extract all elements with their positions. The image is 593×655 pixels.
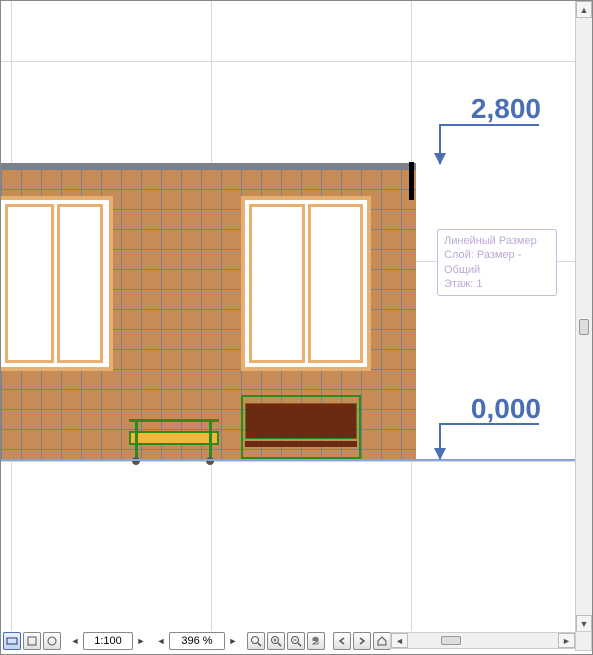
tooltip-title: Линейный Размер [444, 234, 550, 248]
window-right [241, 196, 371, 371]
scale-prev-button[interactable]: ◄ [69, 632, 81, 650]
ground-line [1, 459, 576, 461]
zoom-next-button[interactable]: ► [227, 632, 239, 650]
scroll-left-button[interactable]: ◄ [391, 633, 408, 648]
home-view-button[interactable] [373, 632, 391, 650]
cart-object [129, 419, 219, 459]
scroll-right-button[interactable]: ► [558, 633, 575, 648]
scrollbar-corner [575, 631, 592, 651]
tooltip-layer: Слой: Размер - Общий [444, 248, 550, 277]
zoom-tool-button[interactable] [247, 632, 265, 650]
zoom-out-button[interactable] [287, 632, 305, 650]
scroll-up-button[interactable]: ▲ [576, 1, 592, 18]
scroll-down-button[interactable]: ▼ [576, 615, 592, 632]
horizontal-scroll-thumb[interactable] [441, 636, 461, 645]
next-view-button[interactable] [353, 632, 371, 650]
view-mode-3-button[interactable] [43, 632, 61, 650]
status-bar: ◄ 1:100 ► ◄ 396 % ► [3, 631, 391, 651]
view-mode-1-button[interactable] [3, 632, 21, 650]
dimension-label-top[interactable]: 2,800 [451, 93, 541, 125]
vertical-scrollbar[interactable]: ▲ ▼ [575, 1, 592, 632]
prev-view-button[interactable] [333, 632, 351, 650]
scale-next-button[interactable]: ► [135, 632, 147, 650]
bench-object [241, 395, 361, 459]
zoom-prev-button[interactable]: ◄ [155, 632, 167, 650]
tooltip-floor: Этаж: 1 [444, 277, 550, 291]
zoom-in-button[interactable] [267, 632, 285, 650]
drawing-canvas[interactable]: 2,800 0,000 Линейный Размер Слой: Размер… [1, 1, 576, 631]
selection-mark [409, 162, 414, 200]
zoom-field[interactable]: 396 % [169, 632, 225, 650]
scale-field[interactable]: 1:100 [83, 632, 133, 650]
dimension-arrow-bottom [439, 423, 441, 459]
window-left [1, 196, 113, 371]
vertical-scroll-thumb[interactable] [579, 319, 589, 335]
hand-tool-button[interactable] [307, 632, 325, 650]
element-tooltip: Линейный Размер Слой: Размер - Общий Эта… [437, 229, 557, 296]
dimension-label-bottom[interactable]: 0,000 [451, 393, 541, 425]
horizontal-scrollbar[interactable]: ◄ ► [390, 632, 576, 649]
view-mode-2-button[interactable] [23, 632, 41, 650]
dimension-arrow-top [439, 124, 441, 164]
